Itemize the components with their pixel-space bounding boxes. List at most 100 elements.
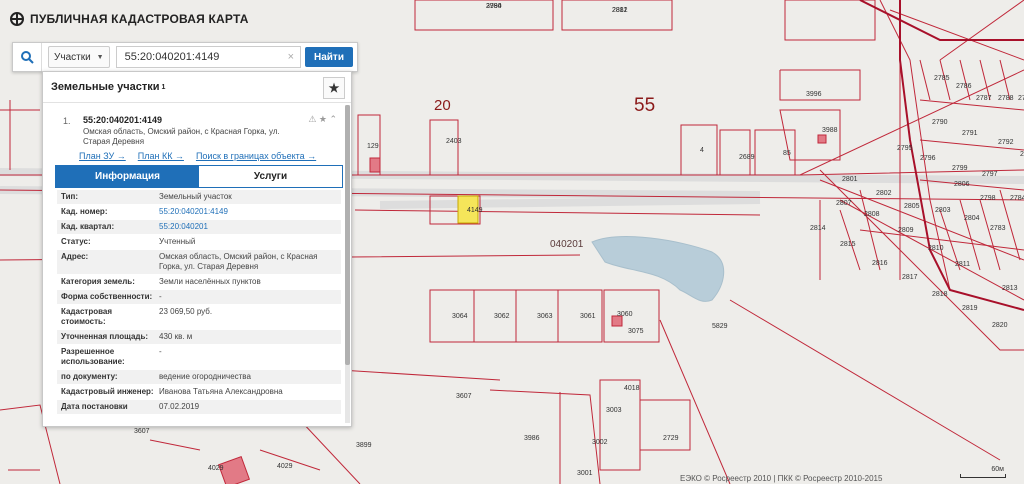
property-row: Уточненная площадь: 430 кв. м bbox=[57, 330, 341, 345]
parcel-number-label: 3996 bbox=[806, 91, 822, 98]
parcel-number-label: 3060 bbox=[617, 311, 633, 318]
parcel-number-label: 2784 bbox=[1010, 195, 1024, 202]
parcel-number-label: 4 bbox=[700, 147, 704, 154]
parcel-number-label: 3061 bbox=[580, 313, 596, 320]
plan-zu-link[interactable]: План ЗУ → bbox=[79, 151, 126, 161]
parcel-number-label: 4018 bbox=[624, 385, 640, 392]
parcel-number-label: 2799 bbox=[952, 165, 968, 172]
search-icon bbox=[21, 51, 34, 64]
search-input[interactable]: 55:20:040201:4149 × bbox=[115, 46, 301, 68]
result-cad-number[interactable]: 55:20:040201:4149 bbox=[83, 115, 162, 125]
property-key: Категория земель: bbox=[61, 277, 135, 286]
parcel-number-label: 3607 bbox=[134, 428, 150, 435]
results-panel: Земельные участки 1 ★ 1. 55:20:040201:41… bbox=[42, 71, 352, 427]
parcel-number-label: 3062 bbox=[494, 313, 510, 320]
scale-bar bbox=[960, 474, 1006, 478]
property-value: - bbox=[159, 347, 162, 356]
search-in-bounds-link[interactable]: Поиск в границах объекта → bbox=[196, 151, 316, 161]
property-row: Тип: Земельный участок bbox=[57, 190, 341, 205]
parcel-number-label: 3607 bbox=[456, 393, 472, 400]
favorite-star-button[interactable]: ★ bbox=[323, 77, 345, 99]
property-row: Статус: Учтенный bbox=[57, 235, 341, 250]
search-query-text: 55:20:040201:4149 bbox=[124, 51, 220, 63]
panel-scrollbar[interactable] bbox=[345, 105, 350, 423]
clear-search-icon[interactable]: × bbox=[288, 51, 294, 63]
scrollbar-thumb[interactable] bbox=[345, 105, 350, 365]
property-value: 23 069,50 руб. bbox=[159, 307, 213, 316]
parcel-number-label: 2812 bbox=[612, 7, 628, 14]
property-row: Форма собственности: - bbox=[57, 290, 341, 305]
parcel-number-label: 3063 bbox=[537, 313, 553, 320]
parcel-number-label: 2403 bbox=[446, 138, 462, 145]
parcel-number-label: 85 bbox=[783, 150, 791, 157]
parcel-number-label: 2810 bbox=[928, 245, 944, 252]
parcel-number-label: 2793 bbox=[1020, 151, 1024, 158]
chevron-down-icon: ▼ bbox=[96, 53, 104, 61]
parcel-number-label: 2786 bbox=[956, 83, 972, 90]
parcel-number-label: 129 bbox=[367, 143, 379, 150]
pkk-logo-icon bbox=[10, 12, 24, 26]
tab-services[interactable]: Услуги bbox=[199, 166, 342, 187]
property-row: Кадастровый инженер: Иванова Татьяна Алек… bbox=[57, 385, 341, 400]
property-value[interactable]: 55:20:040201:4149 bbox=[155, 205, 341, 219]
parcel-number-label: 4029 bbox=[277, 463, 293, 470]
parcel-number-label: 2808 bbox=[864, 211, 880, 218]
result-index: 1. bbox=[63, 116, 71, 126]
search-toggle-button[interactable] bbox=[13, 43, 42, 71]
property-row: Кад. квартал: 55:20:040201 bbox=[57, 220, 341, 235]
app-title: ПУБЛИЧНАЯ КАДАСТРОВАЯ КАРТА bbox=[30, 12, 249, 26]
scale-label: 60м bbox=[991, 466, 1004, 473]
parcel-number-label: 2729 bbox=[663, 435, 679, 442]
property-value: 07.02.2019 bbox=[159, 402, 200, 411]
parcel-number-label: 4029 bbox=[208, 465, 224, 472]
app-header: ПУБЛИЧНАЯ КАДАСТРОВАЯ КАРТА bbox=[0, 0, 260, 38]
parcel-number-label: 2798 bbox=[980, 195, 996, 202]
parcel-number-label: 2809 bbox=[898, 227, 914, 234]
property-value: Иванова Татьяна Александровна bbox=[159, 387, 283, 396]
property-key: по документу: bbox=[61, 372, 118, 381]
parcel-number-label: 5829 bbox=[712, 323, 728, 330]
property-key: Дата постановки bbox=[61, 402, 128, 411]
property-key: Разрешенное использование: bbox=[61, 347, 125, 366]
result-count: 1 bbox=[161, 83, 166, 91]
property-value: ведение огородничества bbox=[159, 372, 251, 381]
property-key: Кадастровая стоимость: bbox=[61, 307, 113, 326]
parcel-number-label: 2803 bbox=[935, 207, 951, 214]
property-value: Земли населённых пунктов bbox=[159, 277, 261, 286]
property-row: Кад. номер: 55:20:040201:4149 bbox=[57, 205, 341, 220]
property-row: Дата постановки 07.02.2019 bbox=[57, 400, 341, 415]
parcel-number-label: 2789 bbox=[1018, 95, 1024, 102]
parcel-number-label: 2818 bbox=[932, 291, 948, 298]
zone-number-label: 55 bbox=[634, 95, 656, 116]
parcel-number-label: 2801 bbox=[842, 176, 858, 183]
property-key: Статус: bbox=[61, 237, 91, 246]
parcel-number-label: 2785 bbox=[934, 75, 950, 82]
parcel-number-label: 3001 bbox=[577, 470, 593, 477]
search-submit-button[interactable]: Найти bbox=[305, 47, 353, 67]
parcel-number-label: 2804 bbox=[964, 215, 980, 222]
property-key: Кад. номер: bbox=[61, 207, 108, 216]
parcel-number-label: 2791 bbox=[962, 130, 978, 137]
property-key: Кадастровый инженер: bbox=[61, 387, 154, 396]
parcel-number-label: 3064 bbox=[452, 313, 468, 320]
property-key: Форма собственности: bbox=[61, 292, 153, 301]
property-row: Кадастровая стоимость: 23 069,50 руб. bbox=[57, 305, 341, 330]
plan-kk-link[interactable]: План КК → bbox=[138, 151, 184, 161]
info-tabs: Информация Услуги bbox=[55, 165, 343, 188]
property-value: Земельный участок bbox=[159, 192, 232, 201]
map-attribution: ЕЭКО © Росреестр 2010 | ПКК © Росреестр … bbox=[680, 474, 883, 483]
property-value: Омская область, Омский район, с Красная … bbox=[159, 252, 318, 271]
parcel-number-label: 2816 bbox=[872, 260, 888, 267]
parcel-number-label: 2811 bbox=[955, 261, 970, 268]
parcel-number-label: 2797 bbox=[982, 171, 998, 178]
property-value[interactable]: 55:20:040201 bbox=[155, 220, 341, 234]
tab-information[interactable]: Информация bbox=[56, 166, 199, 187]
result-actions-icons[interactable]: ⚠ ★ ⌃ bbox=[308, 114, 337, 125]
search-type-select[interactable]: Участки ▼ bbox=[48, 46, 110, 68]
parcel-number-label: 2813 bbox=[1002, 285, 1018, 292]
panel-title: Земельные участки bbox=[51, 81, 160, 93]
search-type-label: Участки bbox=[54, 51, 91, 63]
parcel-number-label: 2689 bbox=[739, 154, 755, 161]
property-row: Разрешенное использование: - bbox=[57, 345, 341, 370]
parcel-number-label: 2815 bbox=[840, 241, 856, 248]
